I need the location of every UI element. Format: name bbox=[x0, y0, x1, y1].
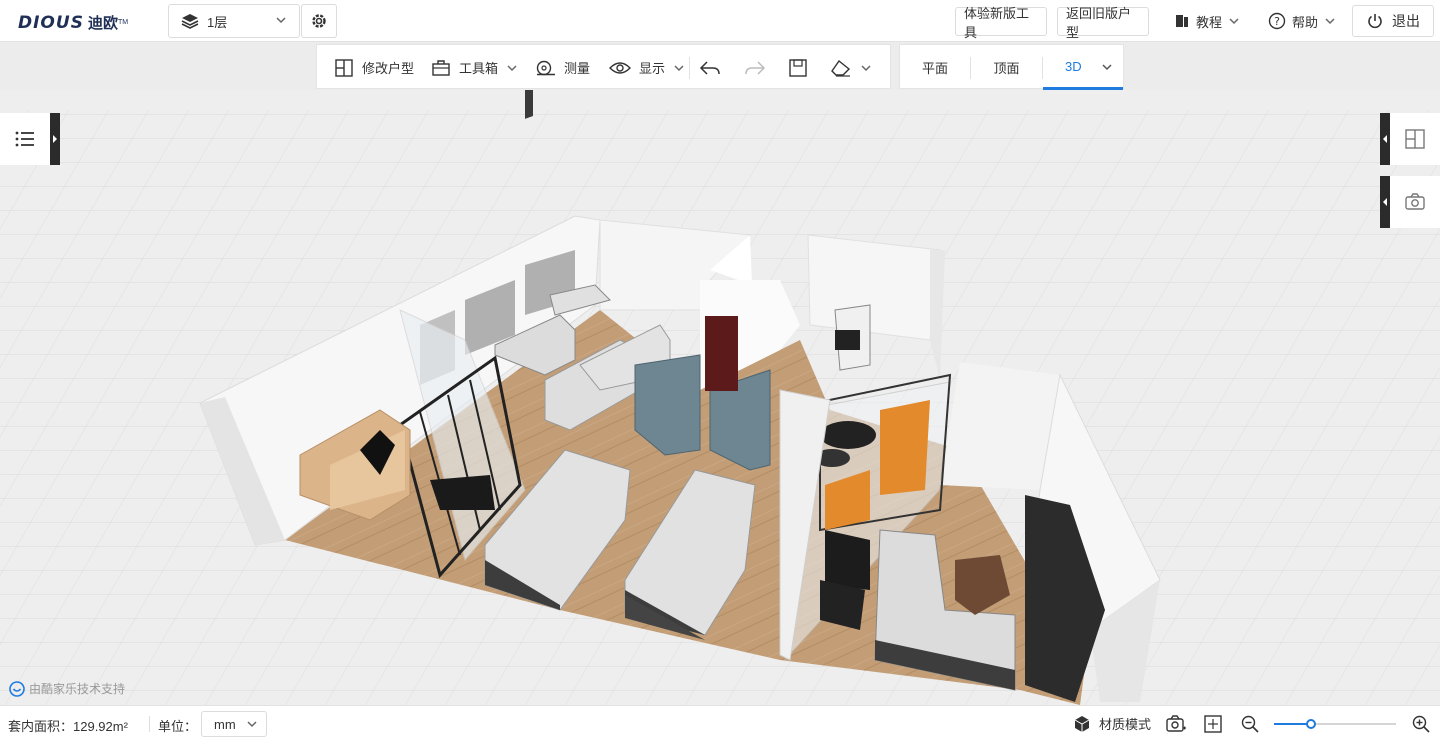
3d-viewport[interactable] bbox=[0, 90, 1440, 705]
unit-value: mm bbox=[214, 716, 236, 732]
tab-ceiling[interactable]: 顶面 bbox=[971, 45, 1042, 90]
list-panel-button[interactable] bbox=[0, 113, 50, 165]
main-toolbar: 修改户型 工具箱 测量 显示 bbox=[316, 44, 891, 89]
minimap-button[interactable] bbox=[1390, 113, 1440, 165]
3d-scene bbox=[0, 90, 1440, 705]
measure-label: 测量 bbox=[564, 61, 591, 76]
expand-minimap-handle[interactable] bbox=[1380, 113, 1390, 165]
chevron-down-icon bbox=[275, 14, 287, 26]
redo-icon bbox=[744, 59, 766, 77]
chevron-down-icon bbox=[860, 62, 872, 74]
chevron-down-icon bbox=[1228, 15, 1240, 27]
exit-label: 退出 bbox=[1392, 13, 1420, 29]
zoom-out-icon[interactable] bbox=[1240, 714, 1260, 734]
power-icon bbox=[1366, 12, 1384, 30]
area-label: 套内面积：129.92m² bbox=[8, 719, 128, 734]
camera-button[interactable] bbox=[1390, 176, 1440, 228]
eye-icon bbox=[609, 60, 631, 76]
unit-label: 单位： bbox=[158, 719, 198, 734]
kujiale-logo-icon bbox=[9, 680, 25, 697]
unit-select[interactable]: mm bbox=[201, 711, 267, 737]
modify-layout-label: 修改户型 bbox=[362, 61, 415, 76]
zoom-in-icon[interactable] bbox=[1411, 714, 1431, 734]
tab-3d[interactable]: 3D bbox=[1043, 45, 1123, 90]
status-bar: 套内面积：129.92m² 单位： mm 材质模式 bbox=[0, 705, 1440, 741]
chevron-down-icon bbox=[246, 718, 258, 730]
layers-icon bbox=[181, 13, 199, 29]
save-icon bbox=[788, 58, 808, 78]
back-old-layout-button[interactable]: 返回旧版户型 bbox=[1057, 6, 1149, 40]
floor-select[interactable]: 1层 bbox=[168, 4, 300, 38]
tab-3d-label: 3D bbox=[1065, 58, 1082, 74]
logo-cn: 迪欧 bbox=[87, 14, 118, 32]
status-divider bbox=[149, 716, 150, 732]
chevron-down-icon bbox=[1101, 61, 1113, 73]
list-icon bbox=[15, 131, 35, 147]
eraser-button[interactable] bbox=[830, 45, 872, 90]
fit-view-icon[interactable] bbox=[1203, 714, 1223, 734]
toolbox-label: 工具箱 bbox=[459, 61, 499, 76]
camera-icon bbox=[1404, 193, 1426, 211]
svg-text:?: ? bbox=[1274, 15, 1280, 28]
help-menu[interactable]: ? 帮助 bbox=[1268, 10, 1336, 32]
logo: DIOUS 迪欧 TM bbox=[18, 12, 128, 33]
chevron-down-icon bbox=[506, 62, 518, 74]
expand-left-panel-handle[interactable] bbox=[50, 113, 60, 165]
exit-button[interactable]: 退出 bbox=[1352, 5, 1434, 37]
toolbox-icon bbox=[431, 59, 451, 77]
help-label: 帮助 bbox=[1292, 14, 1319, 30]
floor-label: 1层 bbox=[207, 14, 228, 30]
material-mode-button[interactable]: 材质模式 bbox=[1073, 714, 1151, 733]
caret-right-icon bbox=[52, 135, 58, 143]
toolbox-button[interactable]: 工具箱 bbox=[431, 45, 518, 90]
floor-settings-button[interactable] bbox=[301, 4, 337, 38]
zoom-slider[interactable] bbox=[1274, 719, 1396, 729]
help-icon: ? bbox=[1268, 12, 1286, 30]
tutorial-label: 教程 bbox=[1196, 14, 1223, 30]
book-icon bbox=[1174, 13, 1190, 29]
top-bar: DIOUS 迪欧 TM 1层 体验新版工具 返回旧版户型 教程 ? 帮助 退出 bbox=[0, 0, 1440, 42]
powered-by-credit: 由酷家乐技术支持 bbox=[9, 680, 125, 697]
gear-icon bbox=[310, 12, 328, 30]
material-mode-label: 材质模式 bbox=[1099, 717, 1152, 732]
undo-icon bbox=[699, 59, 721, 77]
tutorial-menu[interactable]: 教程 bbox=[1174, 10, 1240, 32]
undo-button[interactable] bbox=[699, 45, 721, 90]
caret-left-icon bbox=[1382, 198, 1388, 206]
display-button[interactable]: 显示 bbox=[609, 45, 685, 90]
modify-layout-button[interactable]: 修改户型 bbox=[334, 45, 414, 90]
display-label: 显示 bbox=[639, 61, 666, 76]
cube-icon bbox=[1073, 715, 1091, 733]
logo-text: DIOUS bbox=[18, 12, 84, 33]
try-new-tool-button[interactable]: 体验新版工具 bbox=[955, 6, 1047, 40]
eraser-icon bbox=[830, 58, 852, 78]
screenshot-camera-icon[interactable] bbox=[1165, 714, 1187, 734]
chevron-down-icon bbox=[1324, 15, 1336, 27]
tape-measure-icon bbox=[534, 59, 556, 77]
floorplan-icon bbox=[1404, 128, 1426, 150]
floorplan-icon bbox=[334, 58, 354, 78]
measure-button[interactable]: 测量 bbox=[534, 45, 590, 90]
expand-camera-handle[interactable] bbox=[1380, 176, 1390, 228]
logo-tm: TM bbox=[117, 19, 129, 26]
tab-plan[interactable]: 平面 bbox=[900, 45, 970, 90]
redo-button[interactable] bbox=[744, 45, 766, 90]
save-button[interactable] bbox=[788, 45, 808, 90]
chevron-down-icon bbox=[673, 62, 685, 74]
caret-left-icon bbox=[1382, 135, 1388, 143]
zoom-slider-handle[interactable] bbox=[1305, 719, 1316, 729]
toolbar-divider bbox=[689, 57, 690, 79]
credit-text: 由酷家乐技术支持 bbox=[29, 682, 126, 696]
view-switcher: 平面 顶面 3D bbox=[899, 44, 1124, 90]
